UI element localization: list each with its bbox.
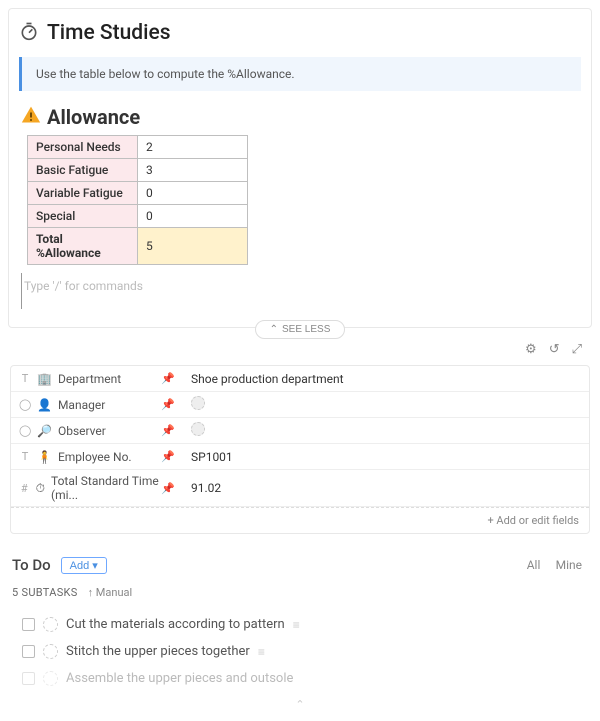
pin-icon[interactable]: 📌 [161,482,175,495]
field-value[interactable] [181,392,589,417]
task-title: Cut the materials according to pattern [66,617,285,632]
list-item[interactable]: Cut the materials according to pattern ≡ [22,611,588,638]
empty-avatar-icon[interactable] [191,422,205,436]
field-label: Observer [58,424,106,438]
manager-icon: 👤 [37,398,52,412]
subtasks-meta: 5 SUBTASKS ↑ Manual [0,580,600,605]
stopwatch-icon [19,21,39,45]
allowance-heading: Allowance [47,105,140,129]
info-text: Use the table below to compute the %Allo… [36,67,295,81]
assignee-icon[interactable] [43,617,58,632]
field-value[interactable]: SP1001 [181,446,589,468]
pin-icon[interactable]: 📌 [161,424,175,437]
drag-handle-icon[interactable]: ≡ [293,618,300,632]
todo-header: To Do Add ▾ All Mine [0,538,600,580]
field-value[interactable]: 91.02 [181,477,589,499]
field-row-department[interactable]: T 🏢 Department 📌 Shoe production department [11,366,589,392]
row-value[interactable]: 3 [138,159,248,182]
settings-icon[interactable]: ⚙ [525,342,537,357]
row-label: Basic Fatigue [28,159,138,182]
text-type-icon: T [19,450,31,463]
sort-mode[interactable]: ↑ Manual [88,586,133,599]
empty-avatar-icon[interactable] [191,396,205,410]
filter-all[interactable]: All [527,558,541,572]
time-studies-card: Time Studies Use the table below to comp… [8,8,592,328]
command-input[interactable]: Type '/' for commands [21,273,581,309]
page-title: Time Studies [47,21,171,45]
field-label: Manager [58,398,105,412]
task-list: Cut the materials according to pattern ≡… [0,605,600,692]
checkbox-icon[interactable] [22,672,35,685]
filter-mine[interactable]: Mine [556,558,582,572]
field-row-employee-no[interactable]: T 🧍 Employee No. 📌 SP1001 [11,444,589,470]
card-action-toolbar: ⚙ ↺ ⤢ [0,336,600,361]
row-label: Total %Allowance [28,228,138,265]
checkbox-icon[interactable] [22,645,35,658]
todo-filters: All Mine [515,558,582,573]
table-row-total: Total %Allowance5 [28,228,248,265]
chevron-up-icon: ⌃ [270,324,278,335]
see-less-button[interactable]: ⌃ SEE LESS [255,320,346,339]
allowance-heading-row: Allowance [21,105,581,129]
card-title-row: Time Studies [19,21,581,45]
field-row-observer[interactable]: ◯ 🔎 Observer 📌 [11,418,589,444]
drag-handle-icon[interactable]: ≡ [258,645,265,659]
checkbox-icon[interactable] [22,618,35,631]
field-row-manager[interactable]: ◯ 👤 Manager 📌 [11,392,589,418]
history-icon[interactable]: ↺ [549,342,560,357]
task-title: Assemble the upper pieces and outsole [66,671,293,686]
info-callout: Use the table below to compute the %Allo… [19,57,581,91]
row-value[interactable]: 2 [138,136,248,159]
table-row: Personal Needs2 [28,136,248,159]
row-label: Special [28,205,138,228]
text-type-icon: T [19,372,31,385]
employee-icon: 🧍 [37,450,52,464]
list-item[interactable]: Stitch the upper pieces together ≡ [22,638,588,665]
todo-heading: To Do [12,556,51,574]
pin-icon[interactable]: 📌 [161,372,175,385]
assignee-icon[interactable] [43,671,58,686]
department-icon: 🏢 [37,372,52,386]
row-label: Variable Fatigue [28,182,138,205]
warning-icon [21,105,41,129]
table-row: Variable Fatigue0 [28,182,248,205]
custom-fields-panel: T 🏢 Department 📌 Shoe production department… [10,365,590,534]
row-label: Personal Needs [28,136,138,159]
field-label: Total Standard Time (mi... [51,474,173,502]
field-value[interactable] [181,418,589,443]
table-row: Basic Fatigue3 [28,159,248,182]
table-row: Special0 [28,205,248,228]
task-title: Stitch the upper pieces together [66,644,250,659]
pager-indicator: ⌃ [0,692,600,721]
assignee-icon[interactable] [43,644,58,659]
pin-icon[interactable]: 📌 [161,450,175,463]
field-row-total-standard-time[interactable]: # ⏱ Total Standard Time (mi...📌 91.02 [11,470,589,507]
person-type-icon: ◯ [19,398,31,411]
add-subtask-button[interactable]: Add ▾ [61,557,107,574]
row-value[interactable]: 0 [138,205,248,228]
field-label: Employee No. [58,450,132,464]
person-type-icon: ◯ [19,424,31,437]
time-icon: ⏱ [36,481,45,496]
add-edit-fields-link[interactable]: + Add or edit fields [11,507,589,533]
field-label: Department [58,372,121,386]
subtasks-count: 5 SUBTASKS [12,586,78,599]
list-item[interactable]: Assemble the upper pieces and outsole [22,665,588,692]
row-value: 5 [138,228,248,265]
allowance-table: Personal Needs2 Basic Fatigue3 Variable … [27,135,248,265]
observer-icon: 🔎 [37,424,52,438]
expand-icon[interactable]: ⤢ [572,342,582,357]
number-type-icon: # [19,482,30,495]
row-value[interactable]: 0 [138,182,248,205]
pin-icon[interactable]: 📌 [161,398,175,411]
field-value[interactable]: Shoe production department [181,368,589,390]
